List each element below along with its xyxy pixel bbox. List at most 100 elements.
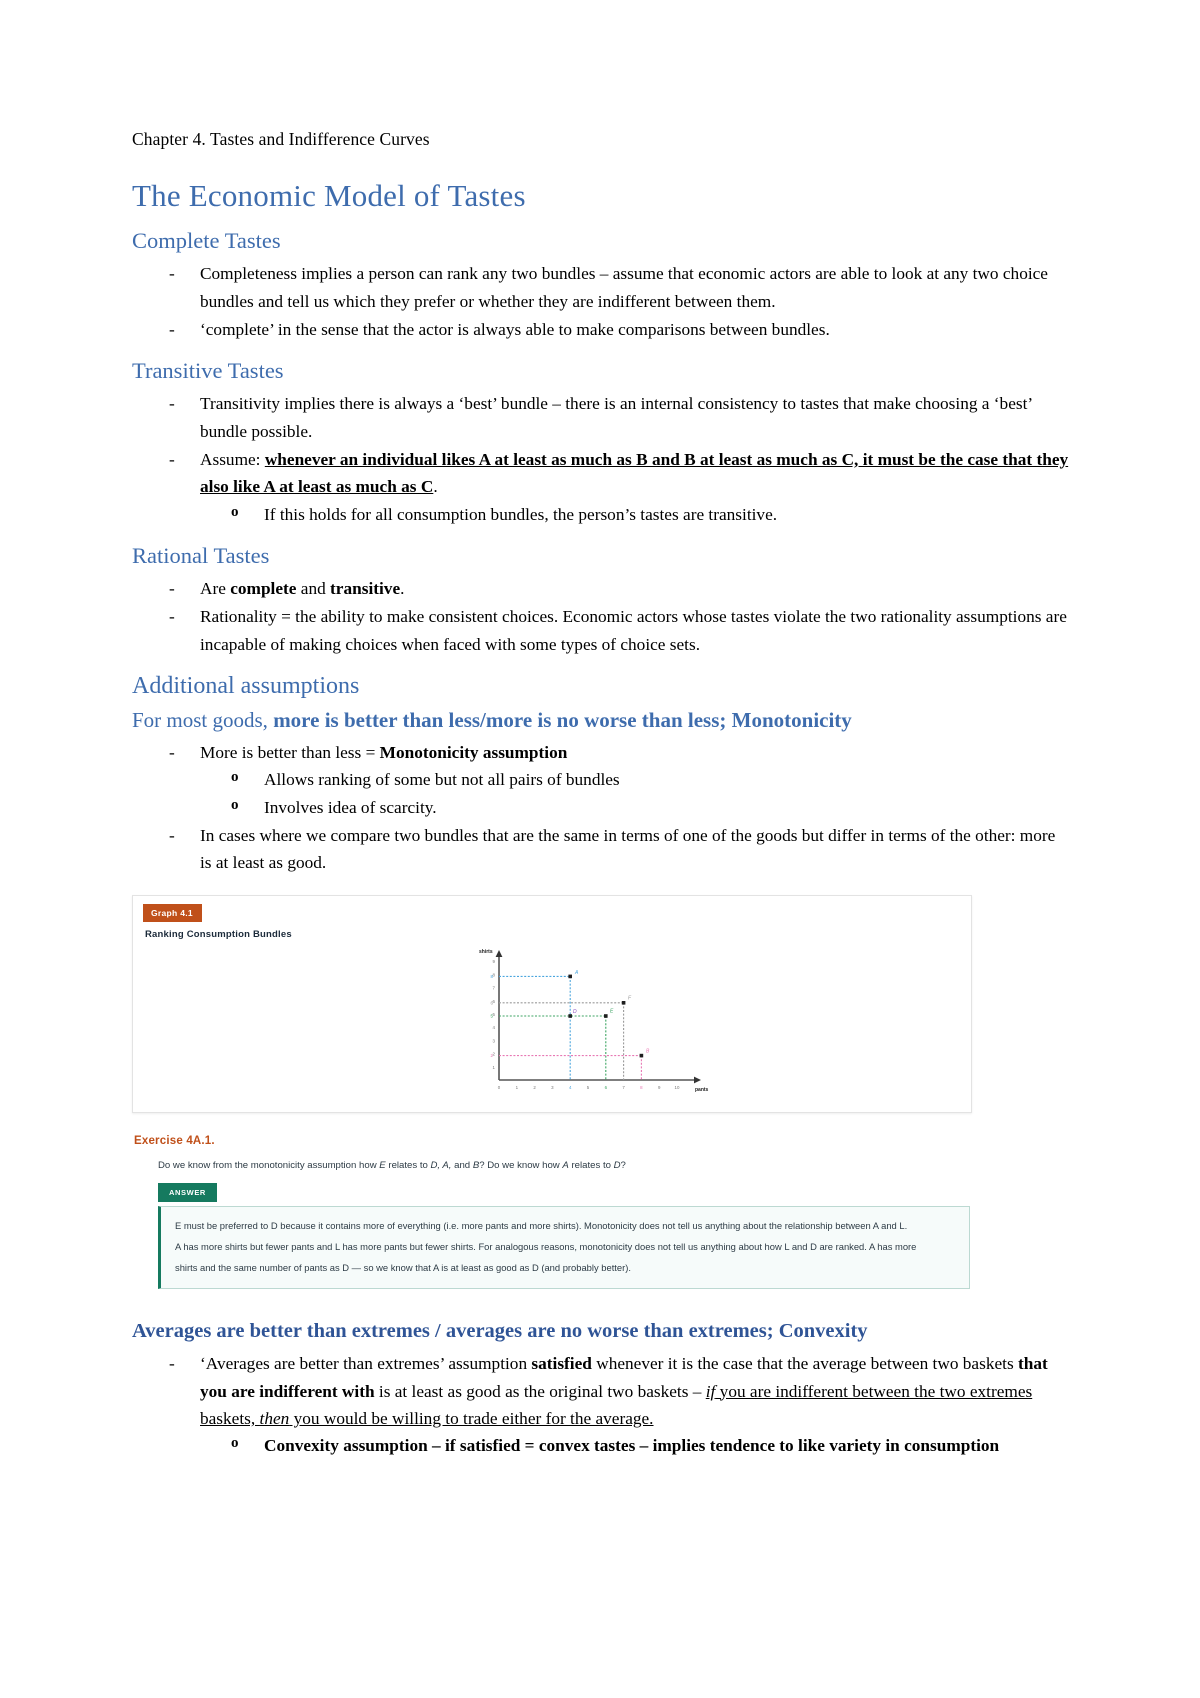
section-heading-additional-assumptions: Additional assumptions bbox=[132, 672, 360, 699]
svg-text:A: A bbox=[574, 970, 579, 976]
list-item-emphasis: whenever an individual likes A at least … bbox=[200, 449, 1069, 497]
list-complete-tastes: - Completeness implies a person can rank… bbox=[132, 260, 1070, 343]
list-item-tail: . bbox=[433, 477, 438, 497]
bullet-dash-icon: - bbox=[169, 825, 175, 845]
svg-text:B: B bbox=[646, 1048, 650, 1054]
list-transitive-tastes: - Transitivity implies there is always a… bbox=[132, 390, 1070, 528]
page-title: The Economic Model of Tastes bbox=[132, 177, 526, 213]
list-item-text: Allows ranking of some but not all pairs… bbox=[264, 770, 620, 790]
question-part: ? bbox=[620, 1159, 626, 1171]
list-item-part: ‘Averages are better than extremes’ assu… bbox=[200, 1354, 532, 1374]
bullet-dash-icon: - bbox=[169, 449, 175, 469]
list-item: - ‘complete’ in the sense that the actor… bbox=[132, 316, 1070, 343]
list-item-emphasis-satisfied: satisfied bbox=[531, 1354, 592, 1374]
question-part: and bbox=[451, 1159, 473, 1171]
list-item-emphasis-complete: complete bbox=[230, 578, 297, 598]
bullet-circle-icon: o bbox=[231, 503, 239, 520]
sublist-convexity: o Convexity assumption – if satisfied = … bbox=[200, 1432, 1070, 1459]
list-item-text: Rationality = the ability to make consis… bbox=[200, 607, 1067, 654]
section-heading-convexity: Averages are better than extremes / aver… bbox=[132, 1319, 868, 1342]
answer-line: A has more shirts but fewer pants and L … bbox=[175, 1241, 917, 1253]
graph-number-badge: Graph 4.1 bbox=[143, 903, 202, 922]
list-item-lead: More is better than less = bbox=[200, 742, 380, 762]
subsection-emphasis: more is better than less/more is no wors… bbox=[273, 707, 852, 732]
svg-text:9: 9 bbox=[658, 1085, 661, 1090]
list-item-part: whenever it is the case that the average… bbox=[591, 1354, 1018, 1374]
list-item-part: is at least as good as the original two … bbox=[374, 1381, 706, 1401]
svg-text:4: 4 bbox=[569, 1085, 572, 1090]
graph-caption: Ranking Consumption Bundles bbox=[145, 928, 292, 940]
svg-text:D: D bbox=[573, 1009, 577, 1015]
svg-text:8: 8 bbox=[640, 1085, 643, 1090]
bullet-dash-icon: - bbox=[169, 394, 175, 414]
answer-line: E must be preferred to D because it cont… bbox=[175, 1219, 908, 1231]
list-item-text: Completeness implies a person can rank a… bbox=[200, 264, 1048, 311]
list-item-text: In cases where we compare two bundles th… bbox=[200, 825, 1056, 873]
svg-text:7: 7 bbox=[493, 985, 496, 990]
svg-text:3: 3 bbox=[551, 1085, 554, 1090]
chart-ranking-consumption-bundles: shirts pants 1 2 3 4 5 6 7 8 9 0 1 2 3 4… bbox=[463, 944, 723, 1109]
list-item-text: Transitivity implies there is always a ‘… bbox=[200, 394, 1032, 441]
svg-text:10: 10 bbox=[675, 1085, 680, 1090]
bullet-dash-icon: - bbox=[169, 607, 175, 627]
svg-text:5: 5 bbox=[587, 1085, 590, 1090]
svg-text:6: 6 bbox=[605, 1085, 608, 1090]
list-convexity: - ‘Averages are better than extremes’ as… bbox=[132, 1350, 1070, 1459]
list-item: o Involves idea of scarcity. bbox=[200, 794, 1070, 821]
svg-text:0: 0 bbox=[498, 1085, 501, 1090]
list-item-text: Involves idea of scarcity. bbox=[264, 797, 437, 817]
bullet-dash-icon: - bbox=[169, 742, 175, 762]
list-item-tail: . bbox=[400, 578, 405, 598]
list-item-emphasis-transitive: transitive bbox=[330, 578, 401, 598]
bullet-dash-icon: - bbox=[169, 319, 175, 339]
list-item-underline-part: you would be willing to trade either for… bbox=[289, 1408, 654, 1428]
list-item: o Allows ranking of some but not all pai… bbox=[200, 766, 1070, 793]
question-var-d: D bbox=[613, 1159, 621, 1171]
data-point-E bbox=[604, 1013, 608, 1018]
section-heading-complete-tastes: Complete Tastes bbox=[132, 228, 281, 254]
svg-text:1: 1 bbox=[516, 1085, 519, 1090]
section-heading-rational-tastes: Rational Tastes bbox=[132, 542, 270, 568]
svg-text:7: 7 bbox=[622, 1085, 625, 1090]
chart-svg: shirts pants 1 2 3 4 5 6 7 8 9 0 1 2 3 4… bbox=[479, 949, 709, 1093]
svg-text:1: 1 bbox=[493, 1064, 496, 1069]
list-item: - Are complete and transitive. bbox=[132, 575, 1070, 602]
section-heading-transitive-tastes: Transitive Tastes bbox=[132, 358, 284, 384]
list-item-lead: Assume: bbox=[200, 449, 261, 469]
list-item-underline-then: then bbox=[259, 1408, 290, 1428]
figure-panel-graph-4-1: Graph 4.1 Ranking Consumption Bundles sh… bbox=[132, 894, 972, 1113]
list-item: - More is better than less = Monotonicit… bbox=[132, 739, 1070, 821]
list-item-text: ‘complete’ in the sense that the actor i… bbox=[200, 319, 830, 339]
exercise-question: Do we know from the monotonicity assumpt… bbox=[158, 1159, 972, 1173]
bullet-dash-icon: - bbox=[169, 578, 175, 598]
list-item: - Transitivity implies there is always a… bbox=[132, 390, 1070, 445]
list-item: - In cases where we compare two bundles … bbox=[132, 822, 1070, 877]
list-item: o Convexity assumption – if satisfied = … bbox=[200, 1432, 1070, 1459]
svg-text:9: 9 bbox=[493, 959, 496, 964]
answer-button[interactable]: ANSWER bbox=[158, 1182, 217, 1202]
list-item: - Completeness implies a person can rank… bbox=[132, 260, 1070, 315]
svg-text:3: 3 bbox=[493, 1038, 496, 1043]
sublist-monotonicity: o Allows ranking of some but not all pai… bbox=[200, 766, 1070, 821]
svg-text:pants: pants bbox=[695, 1087, 709, 1093]
subsection-lead: For most goods, bbox=[132, 707, 274, 732]
sublist-transitive: o If this holds for all consumption bund… bbox=[200, 501, 1070, 528]
svg-text:4: 4 bbox=[493, 1025, 496, 1030]
list-item: - Rationality = the ability to make cons… bbox=[132, 603, 1070, 658]
subsection-heading-monotonicity: For most goods, more is better than less… bbox=[132, 707, 1070, 733]
list-item: - ‘Averages are better than extremes’ as… bbox=[132, 1350, 1070, 1459]
list-item: o If this holds for all consumption bund… bbox=[200, 501, 1070, 528]
question-part: relates to bbox=[385, 1159, 431, 1171]
list-item-emphasis: Monotonicity assumption bbox=[379, 742, 568, 762]
list-additional-assumptions: - More is better than less = Monotonicit… bbox=[132, 739, 1070, 877]
svg-text:F: F bbox=[628, 995, 632, 1001]
question-part: Do we know from the monotonicity assumpt… bbox=[158, 1159, 380, 1171]
exercise-title: Exercise 4A.1. bbox=[134, 1134, 215, 1147]
answer-line: shirts and the same number of pants as D… bbox=[175, 1262, 631, 1274]
list-item-text: If this holds for all consumption bundle… bbox=[264, 504, 778, 524]
data-point-F bbox=[621, 1000, 626, 1005]
question-var-dab: D, A, bbox=[430, 1159, 452, 1171]
chapter-line: Chapter 4. Tastes and Indifference Curve… bbox=[132, 129, 430, 149]
bullet-dash-icon: - bbox=[169, 1354, 175, 1374]
svg-text:shirts: shirts bbox=[479, 949, 493, 955]
